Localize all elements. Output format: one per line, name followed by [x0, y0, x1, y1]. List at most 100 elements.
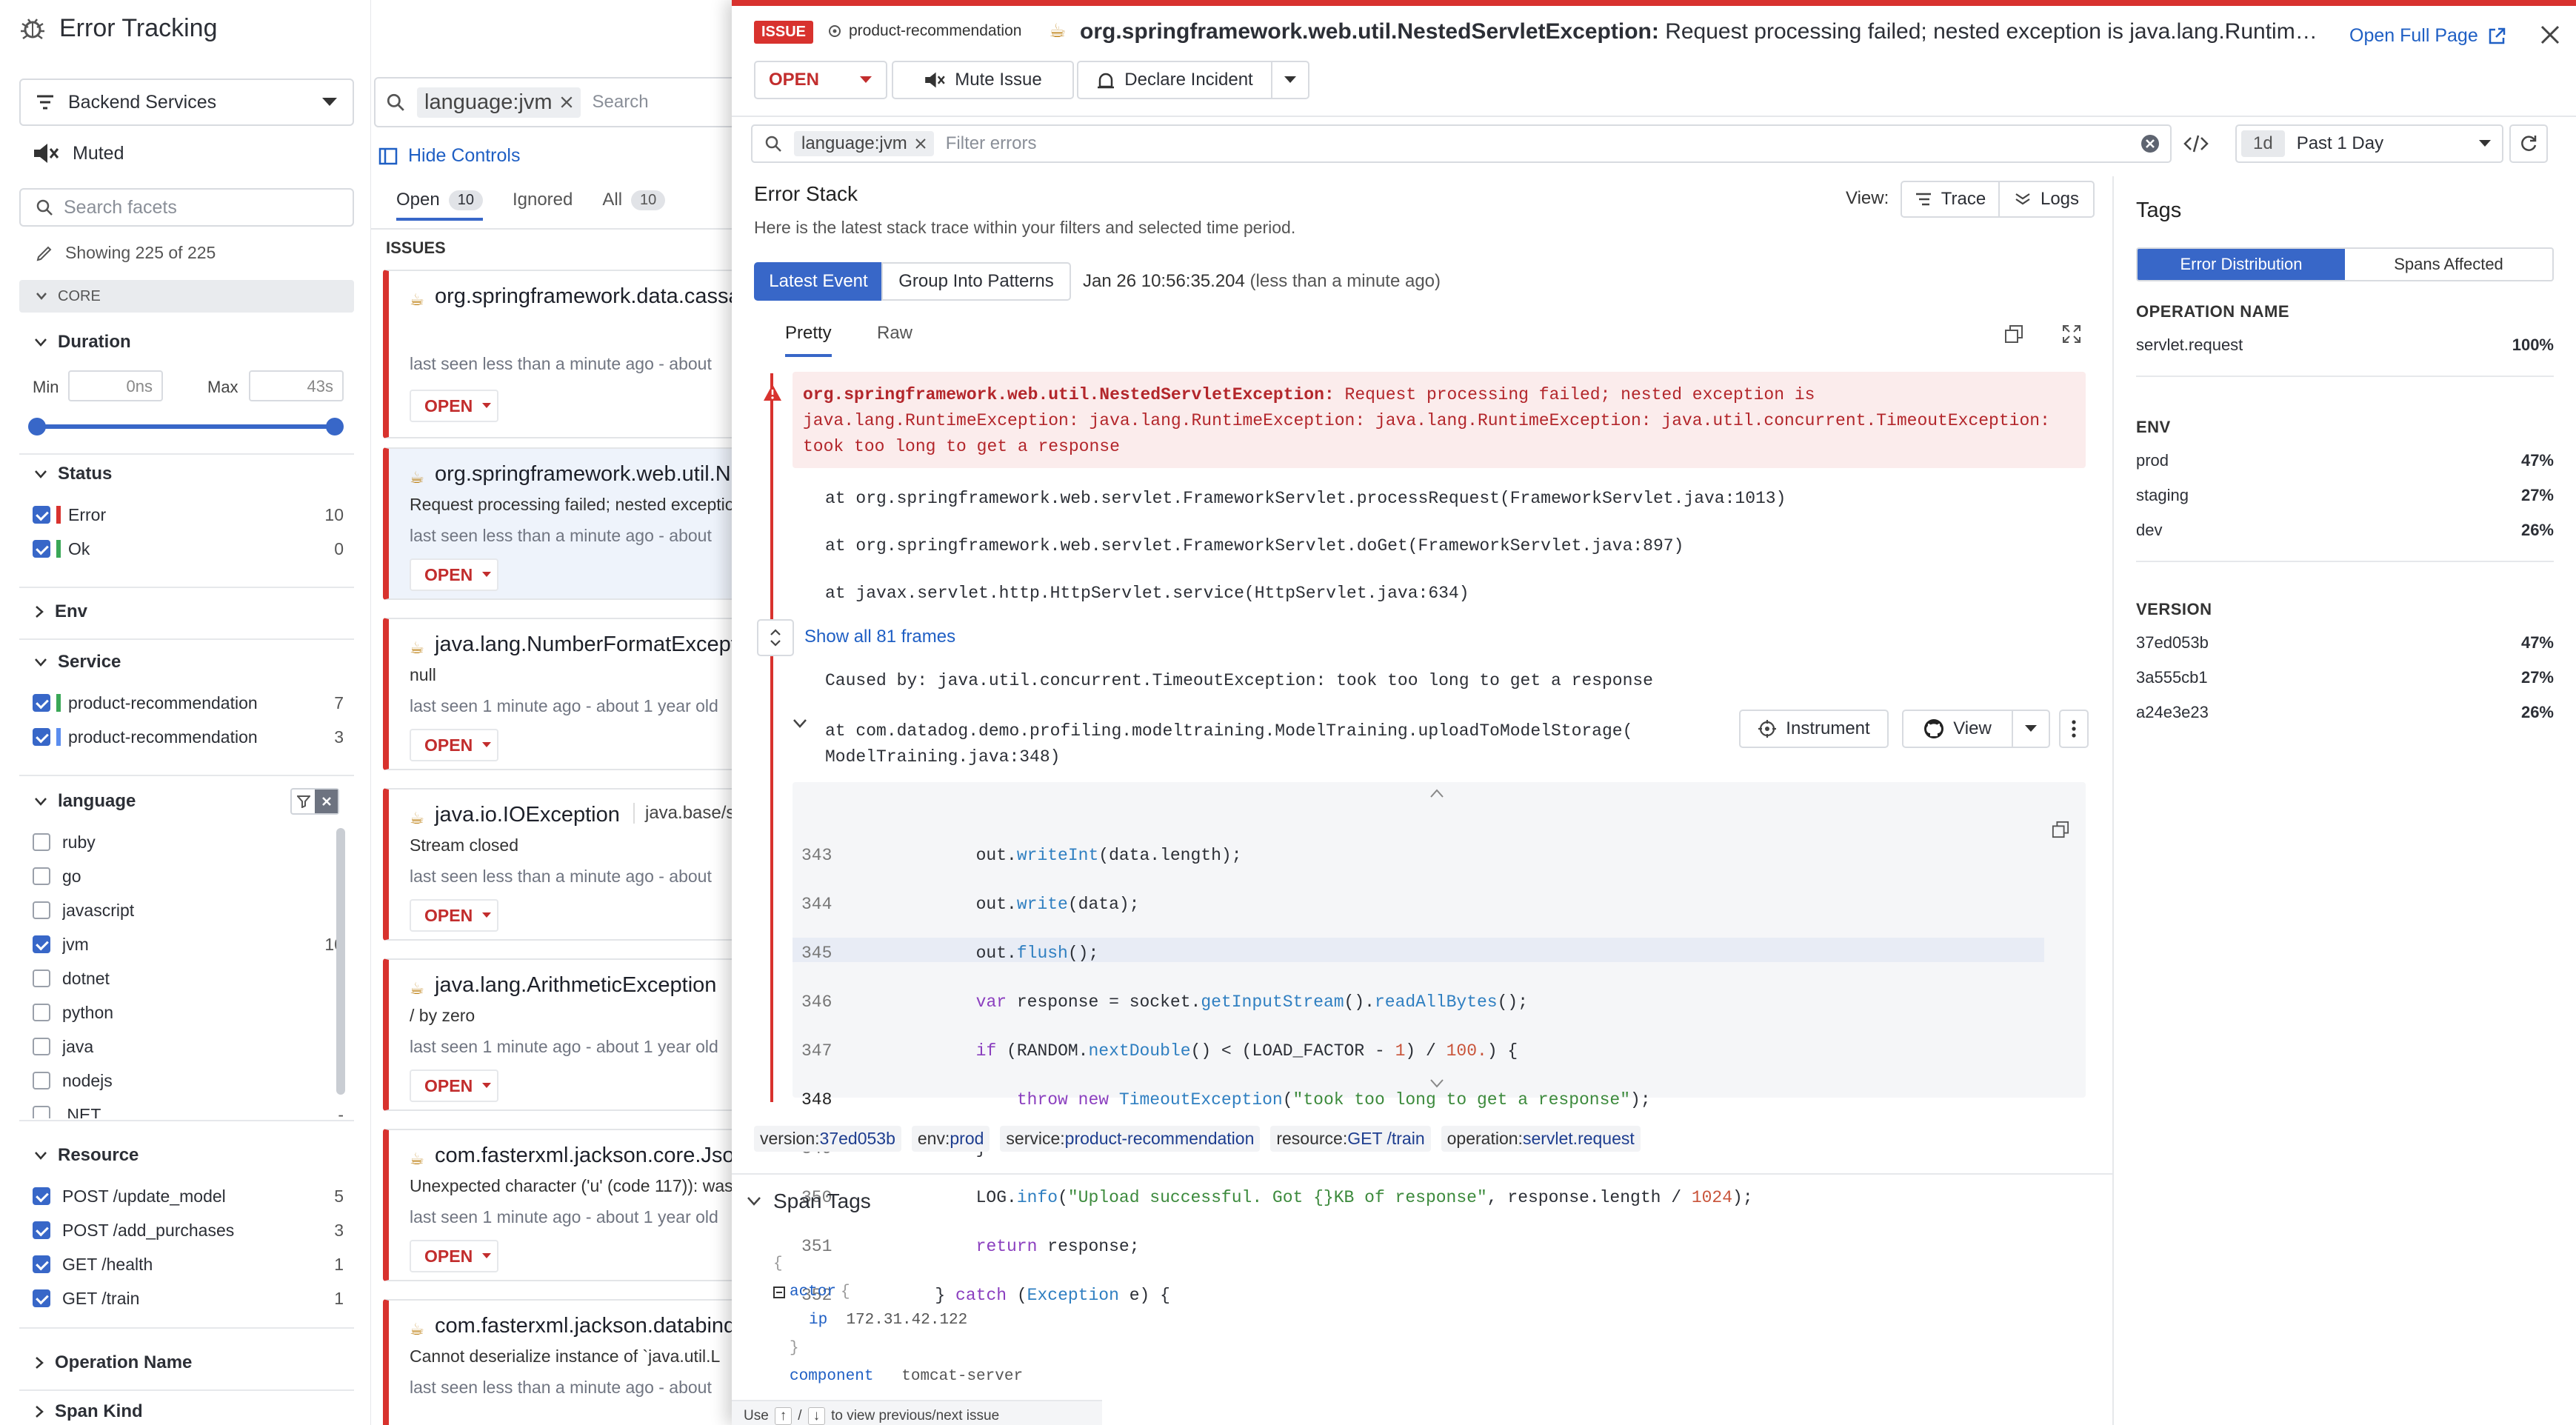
issue-status-button[interactable]: OPEN: [410, 558, 498, 591]
duration-max-input[interactable]: 43s: [249, 370, 344, 401]
checkbox[interactable]: [33, 1187, 50, 1205]
code-toggle-icon[interactable]: [2183, 133, 2209, 154]
stack-frame[interactable]: at org.springframework.web.servlet.Frame…: [825, 536, 1684, 555]
more-actions-button[interactable]: [2059, 710, 2089, 748]
resource-item[interactable]: GET /train 1: [33, 1281, 344, 1315]
issue-card[interactable]: ☕ java.lang.NumberFormatException null l…: [383, 618, 738, 770]
checkbox[interactable]: [33, 1106, 50, 1118]
checkbox[interactable]: [33, 901, 50, 919]
checkbox[interactable]: [33, 833, 50, 851]
span-kind-facet-header[interactable]: Span Kind: [34, 1401, 143, 1422]
tag-pill[interactable]: version:37ed053b: [754, 1126, 901, 1152]
tab-raw[interactable]: Raw: [877, 323, 912, 344]
language-item[interactable]: .NET -: [33, 1098, 344, 1118]
language-facet-header[interactable]: language: [34, 791, 136, 812]
tab-spans-affected[interactable]: Spans Affected: [2345, 249, 2552, 280]
view-source-button[interactable]: View: [1902, 710, 2013, 748]
filter-chip[interactable]: language:jvm: [794, 131, 934, 156]
language-item[interactable]: jvm 10: [33, 927, 344, 961]
status-item-ok[interactable]: Ok 0: [33, 532, 344, 566]
close-icon[interactable]: [560, 96, 573, 109]
show-all-frames-link[interactable]: Show all 81 frames: [804, 627, 955, 647]
checkbox[interactable]: [33, 694, 50, 712]
tag-pill[interactable]: operation:servlet.request: [1441, 1126, 1641, 1152]
issue-status-button[interactable]: OPEN: [410, 899, 498, 932]
resource-item[interactable]: POST /update_model 5: [33, 1179, 344, 1213]
copy-icon[interactable]: [2052, 821, 2069, 838]
checkbox[interactable]: [33, 867, 50, 885]
tag-pill[interactable]: service:product-recommendation: [1000, 1126, 1261, 1152]
issue-status-button[interactable]: OPEN: [410, 1240, 498, 1272]
view-logs-button[interactable]: Logs: [1998, 181, 2095, 218]
view-trace-button[interactable]: Trace: [1901, 181, 2000, 218]
expand-icon[interactable]: [2062, 324, 2081, 344]
mute-issue-button[interactable]: Mute Issue: [892, 61, 1074, 99]
group-patterns-button[interactable]: Group Into Patterns: [881, 262, 1071, 301]
chevron-down-icon[interactable]: [1429, 1078, 1444, 1089]
query-chip[interactable]: language:jvm: [417, 87, 581, 118]
checkbox[interactable]: [33, 1038, 50, 1055]
tab-ignored[interactable]: Ignored: [513, 190, 573, 210]
language-item[interactable]: javascript-: [33, 893, 344, 927]
tag-row[interactable]: prod 47%: [2136, 443, 2554, 478]
checkbox[interactable]: [33, 728, 50, 746]
service-item[interactable]: product-recommendation 7: [33, 686, 344, 720]
facet-search-input[interactable]: Search facets: [19, 188, 354, 227]
language-item[interactable]: python-: [33, 995, 344, 1029]
hide-controls-button[interactable]: Hide Controls: [378, 145, 520, 167]
checkbox[interactable]: [33, 540, 50, 558]
language-item[interactable]: ruby-: [33, 825, 344, 859]
collapse-icon[interactable]: [773, 1286, 785, 1298]
instrument-button[interactable]: Instrument: [1739, 710, 1889, 748]
issue-status-button[interactable]: OPEN: [410, 390, 498, 422]
close-panel-button[interactable]: [2539, 24, 2561, 46]
tab-pretty[interactable]: Pretty: [785, 323, 832, 357]
duration-slider-max-handle[interactable]: [326, 418, 344, 435]
status-item-error[interactable]: Error 10: [33, 498, 344, 532]
status-facet-header[interactable]: Status: [34, 464, 112, 484]
issue-card[interactable]: ☕ com.fasterxml.jackson.databind.exc Can…: [383, 1299, 738, 1425]
filter-funnel-icon[interactable]: [292, 790, 315, 813]
issue-card[interactable]: ☕ java.lang.ArithmeticException / by zer…: [383, 958, 738, 1111]
issue-card[interactable]: ☕ org.springframework.data.cassandra las…: [383, 270, 738, 438]
stack-frame[interactable]: at javax.servlet.http.HttpServlet.servic…: [825, 584, 1469, 603]
muted-toggle[interactable]: Muted: [33, 142, 124, 164]
tag-row[interactable]: staging 27%: [2136, 478, 2554, 513]
checkbox[interactable]: [33, 1255, 50, 1273]
tag-pill[interactable]: env:prod: [911, 1126, 990, 1152]
resource-item[interactable]: POST /add_purchases 3: [33, 1213, 344, 1247]
latest-event-button[interactable]: Latest Event: [754, 262, 883, 301]
issue-card[interactable]: ☕ java.io.IOException java.base/sun Stre…: [383, 788, 738, 941]
view-source-menu[interactable]: [2012, 710, 2050, 748]
duration-facet-header[interactable]: Duration: [34, 332, 131, 353]
tab-all[interactable]: All 10: [602, 190, 666, 210]
clear-filter-icon[interactable]: [315, 790, 338, 813]
tab-open[interactable]: Open 10: [396, 190, 483, 221]
language-scrollbar[interactable]: [336, 828, 345, 1095]
checkbox[interactable]: [33, 1072, 50, 1089]
language-item[interactable]: java-: [33, 1029, 344, 1064]
stack-frame[interactable]: at org.springframework.web.servlet.Frame…: [825, 489, 1786, 508]
error-filter-input[interactable]: language:jvm Filter errors: [751, 124, 2172, 163]
tag-row[interactable]: a24e3e23 26%: [2136, 695, 2554, 730]
time-range-picker[interactable]: 1d Past 1 Day: [2235, 124, 2503, 163]
issue-card[interactable]: ☕ com.fasterxml.jackson.core.JsonParseEx…: [383, 1129, 738, 1281]
clear-circle-icon[interactable]: [2140, 134, 2160, 153]
duration-min-input[interactable]: 0ns: [68, 370, 163, 401]
checkbox[interactable]: [33, 970, 50, 987]
expand-frames-button[interactable]: [757, 619, 794, 656]
checkbox[interactable]: [33, 1221, 50, 1239]
service-item[interactable]: product-recommendation 3: [33, 720, 344, 754]
core-group-header[interactable]: CORE: [19, 280, 354, 313]
close-icon[interactable]: [915, 138, 927, 150]
issue-status-button[interactable]: OPEN: [410, 1069, 498, 1102]
env-facet-header[interactable]: Env: [34, 601, 87, 622]
checkbox[interactable]: [33, 506, 50, 524]
chevron-up-icon[interactable]: [1429, 788, 1444, 798]
language-item[interactable]: go-: [33, 859, 344, 893]
copy-icon[interactable]: [2004, 324, 2023, 344]
span-tags-header[interactable]: Span Tags: [747, 1189, 871, 1213]
issue-search-bar[interactable]: language:jvm Search: [374, 77, 744, 127]
issue-card-selected[interactable]: ☕ org.springframework.web.util.NestedSer…: [383, 447, 738, 600]
declare-incident-menu[interactable]: [1271, 61, 1309, 99]
